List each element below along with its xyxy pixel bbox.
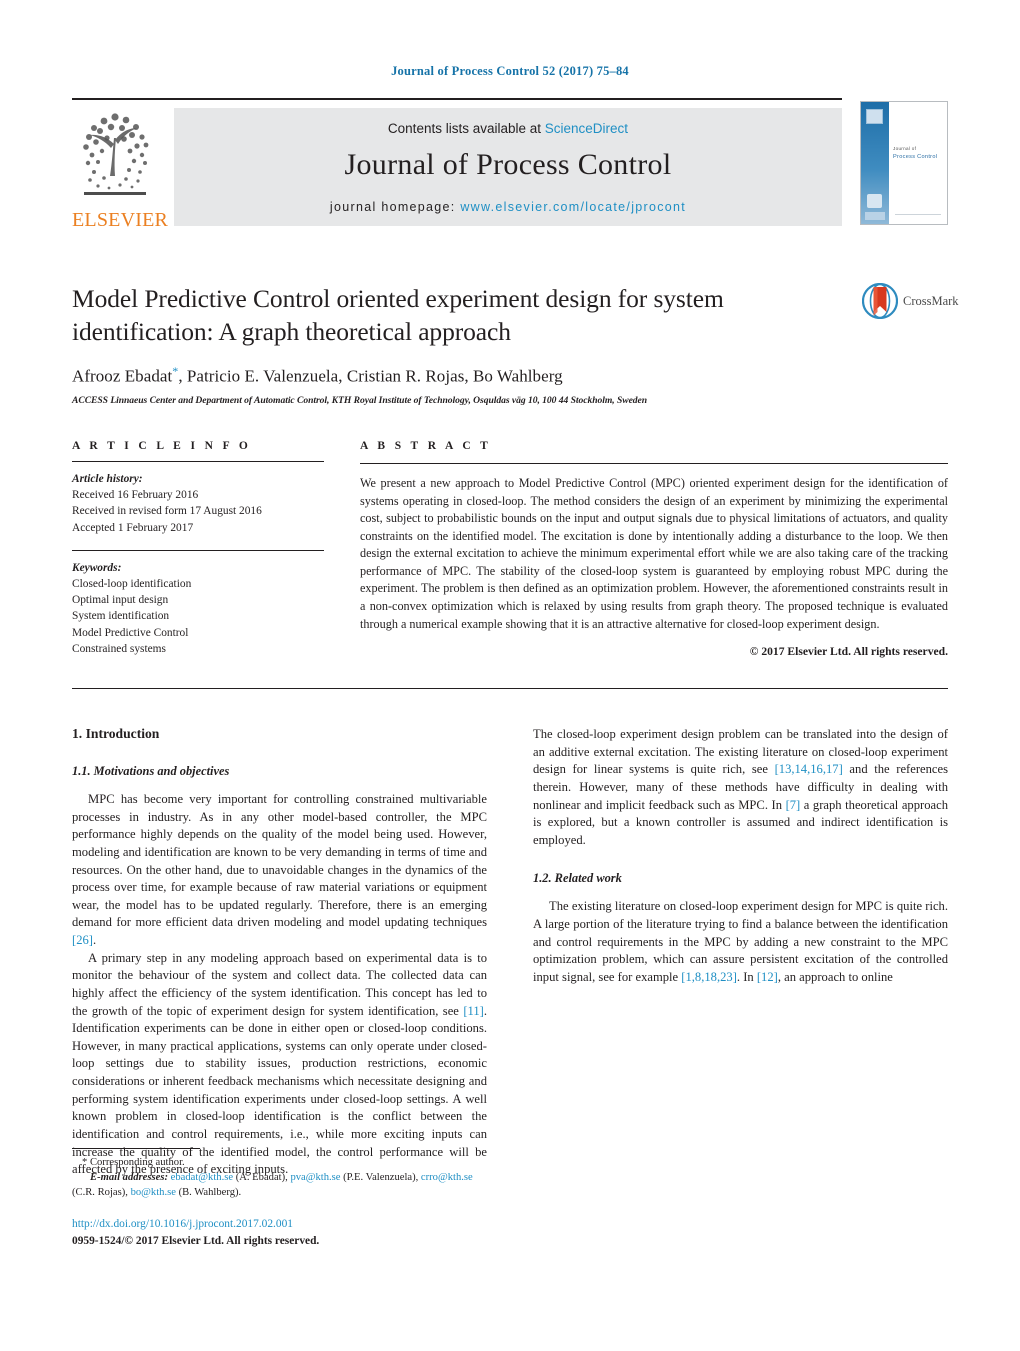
keywords-label: Keywords: [72,561,122,574]
paragraph: The existing literature on closed-loop e… [533,898,948,986]
journal-cover-thumbnail: Journal of Process Control [860,101,948,225]
doi-block: http://dx.doi.org/10.1016/j.jprocont.201… [72,1216,492,1249]
title-block: Model Predictive Control oriented experi… [72,282,852,406]
keyword-item: Closed-loop identification [72,577,192,590]
email-link[interactable]: crro@kth.se [421,1172,473,1183]
keyword-item: System identification [72,610,170,623]
paragraph: A primary step in any modeling approach … [72,950,487,1179]
body-column-right: The closed-loop experiment design proble… [533,726,948,987]
cover-journal-title: Journal of Process Control [893,146,945,161]
article-info-rule [72,461,324,462]
section-1-heading: 1. Introduction [72,726,160,741]
article-info-heading: A R T I C L E I N F O [72,440,252,452]
article-history-item: Received in revised form 17 August 2016 [72,505,262,518]
email-owner: (P.E. Valenzuela), [340,1172,421,1184]
paragraph-text-tail: , an approach to online [777,969,893,984]
keyword-item: Optimal input design [72,594,169,607]
article-history-item: Accepted 1 February 2017 [72,521,194,534]
journal-title: Journal of Process Control [344,148,672,181]
body-column-left: 1. Introduction 1.1. Motivations and obj… [72,726,487,1179]
sciencedirect-link[interactable]: ScienceDirect [545,121,628,136]
keywords-rule [72,549,324,551]
email-link[interactable]: pva@kth.se [290,1172,340,1183]
email-owner: (B. Wahlberg). [175,1187,242,1199]
email-addresses-label: E-mail addresses: [90,1172,168,1184]
paragraph: MPC has become very important for contro… [72,791,487,950]
citation-link[interactable]: [12] [757,970,778,984]
citation-link[interactable]: [26] [72,933,93,947]
journal-masthead: ELSEVIER Contents lists available at Sci… [72,98,948,233]
paragraph-text-tail: . [92,933,97,947]
citation-link[interactable]: [7] [786,798,801,812]
paragraph-text: MPC has become very important for contro… [72,792,487,930]
email-owner: (A. Ebadat), [233,1172,291,1184]
abstract-bottom-divider [72,688,948,689]
issn-copyright-line: 0959-1524/© 2017 Elsevier Ltd. All right… [72,1234,320,1247]
crossmark-icon [861,282,899,320]
paper-title-line2: identification: A graph theoretical appr… [72,317,511,347]
crossmark-badge[interactable]: CrossMark [861,282,959,320]
section-1-2-heading: 1.2. Related work [533,871,622,886]
abstract-rule [360,463,948,464]
keywords-block: Keywords: Closed-loop identification Opt… [72,560,324,657]
contents-available-line: Contents lists available at ScienceDirec… [174,121,842,136]
article-info-column: A R T I C L E I N F O Article history: R… [72,440,324,657]
crossmark-label: CrossMark [903,294,959,308]
email-link[interactable]: bo@kth.se [131,1187,176,1198]
citation-link[interactable]: [13,14,16,17] [775,762,843,776]
cover-emblem-bottom-icon [867,194,882,208]
abstract-copyright: © 2017 Elsevier Ltd. All rights reserved… [749,645,948,659]
journal-homepage-line: journal homepage: www.elsevier.com/locat… [174,200,842,214]
masthead-banner: Contents lists available at ScienceDirec… [174,108,842,226]
paragraph-text-mid: . In [736,969,757,984]
abstract-heading: A B S T R A C T [360,440,492,452]
cover-bottom-rule [895,214,941,215]
email-link[interactable]: ebadat@kth.se [171,1172,233,1183]
footnote-divider [72,1148,200,1149]
article-history-label: Article history: [72,473,143,485]
paragraph: The closed-loop experiment design proble… [533,726,948,849]
paragraph-text: A primary step in any modeling approach … [72,950,487,1018]
citation-link[interactable]: [1,8,18,23] [681,970,737,984]
abstract-text: We present a new approach to Model Predi… [360,476,948,631]
citation-link[interactable]: [11] [463,1004,484,1018]
abstract-column: A B S T R A C T We present a new approac… [360,440,948,658]
email-addresses-note: E-mail addresses: ebadat@kth.se (A. Ebad… [72,1170,487,1200]
cover-journal-title-line2: Process Control [893,153,938,160]
cover-emblem-top-icon [866,109,883,124]
paper-page: Journal of Process Control 52 (2017) 75–… [0,0,1020,1351]
article-history-block: Article history: Received 16 February 20… [72,471,324,536]
elsevier-wordmark: ELSEVIER [72,209,169,231]
keyword-item: Model Predictive Control [72,626,189,639]
elsevier-tree-icon [74,108,156,204]
journal-homepage-label: journal homepage: [329,200,456,214]
running-head: Journal of Process Control 52 (2017) 75–… [391,64,629,78]
doi-link[interactable]: http://dx.doi.org/10.1016/j.jprocont.201… [72,1216,492,1233]
journal-homepage-link[interactable]: www.elsevier.com/locate/jprocont [460,200,686,214]
masthead-divider [72,98,842,100]
contents-available-text: Contents lists available at [387,121,542,136]
paper-title-line1: Model Predictive Control oriented experi… [72,284,724,313]
email-owner: (C.R. Rojas), [72,1187,131,1199]
elsevier-logo: ELSEVIER [72,108,169,231]
corresponding-author-text: * Corresponding author. [82,1157,185,1168]
corresponding-author-note: * Corresponding author. [72,1155,487,1170]
cover-journal-title-line1: Journal of [893,146,917,151]
page-title: Model Predictive Control oriented experi… [72,282,852,348]
author-first: Afrooz Ebadat [72,366,173,386]
keyword-item: Constrained systems [72,642,166,655]
footnote-block: * Corresponding author. E-mail addresses… [72,1148,487,1200]
author-rest: , Patricio E. Valenzuela, Cristian R. Ro… [178,366,563,386]
article-history-item: Received 16 February 2016 [72,489,199,502]
author-list: Afrooz Ebadat*, Patricio E. Valenzuela, … [72,364,852,387]
section-1-1-heading: 1.1. Motivations and objectives [72,764,230,778]
author-affiliation: ACCESS Linnaeus Center and Department of… [72,394,648,406]
cover-footer-block [865,212,885,220]
